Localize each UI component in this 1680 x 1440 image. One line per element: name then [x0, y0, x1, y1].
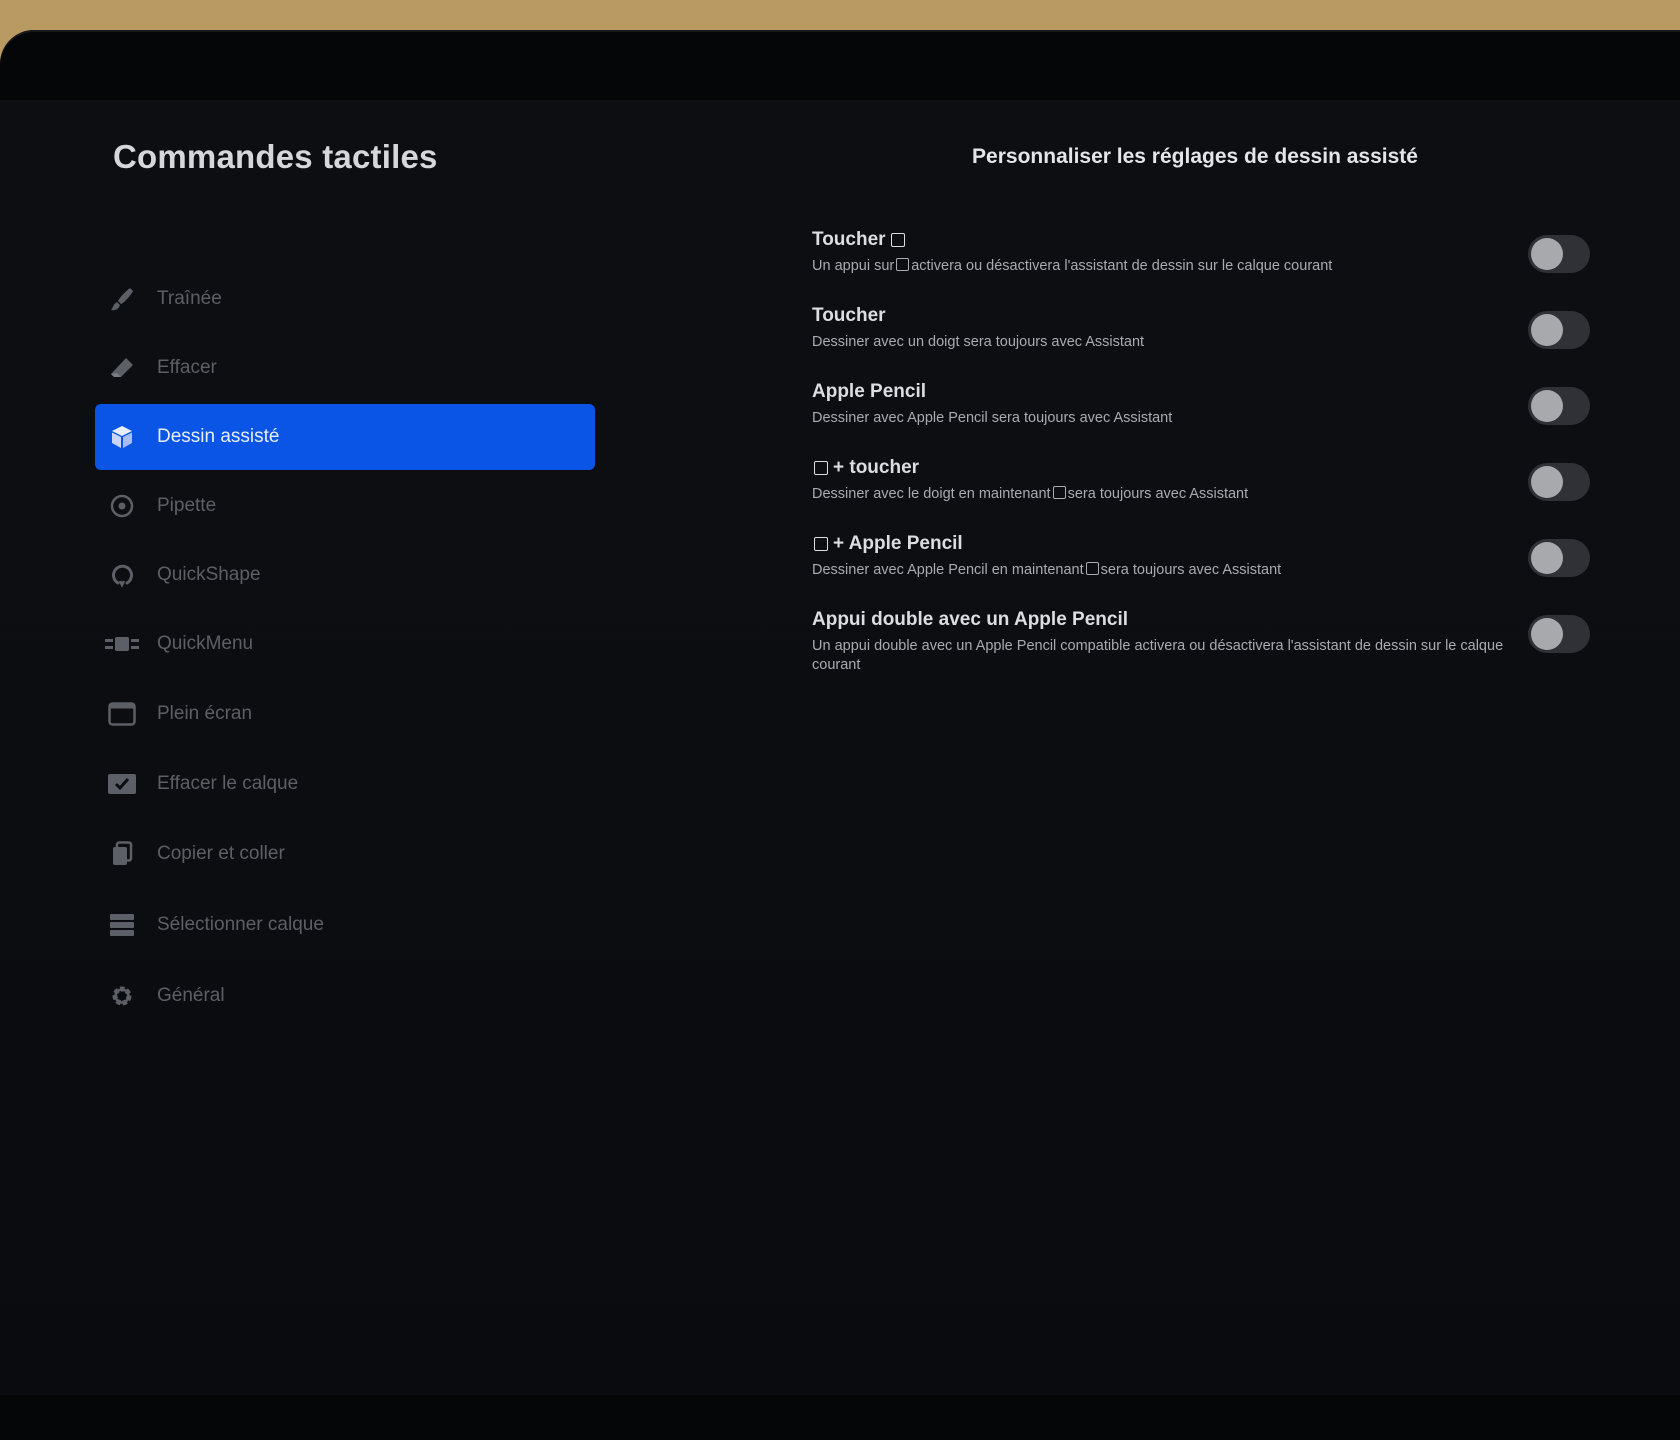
sidebar-item-label: Général — [157, 985, 225, 1006]
sidebar-title: Commandes tactiles — [113, 138, 438, 175]
sidebar-item-label: Dessin assisté — [157, 426, 280, 447]
sidebar-item-label: Effacer le calque — [157, 773, 299, 794]
setting-row: Toucher Un appui sur activera ou désactiv… — [800, 225, 1600, 297]
gear-icon — [105, 979, 139, 1013]
sidebar-item-effacer[interactable]: Effacer — [95, 335, 595, 401]
setting-title: Toucher — [812, 305, 886, 326]
sidebar-item-label: Plein écran — [157, 703, 253, 724]
sidebar-item-label: Sélectionner calque — [157, 914, 324, 935]
toggle-switch[interactable] — [1528, 463, 1590, 501]
setting-row: Toucher Dessiner avec un doigt sera touj… — [800, 301, 1600, 373]
sidebar-item-label: Pipette — [157, 495, 217, 516]
setting-description: Dessiner avec le doigt en maintenant sera… — [812, 486, 1249, 502]
sidebar-item-label: QuickShape — [157, 564, 261, 585]
toggle-knob — [1531, 542, 1563, 574]
cube-icon — [105, 420, 139, 454]
setting-description: Un appui sur activera ou désactivera l'as… — [812, 258, 1333, 274]
setting-description: Dessiner avec Apple Pencil en maintenant… — [812, 562, 1282, 578]
sidebar-item-effacer-calque[interactable]: Effacer le calque — [95, 751, 595, 817]
toggle-knob — [1531, 238, 1563, 270]
modifier-key-icon — [1085, 562, 1099, 575]
screen: Commandes tactiles Traînée Effacer Dessi… — [0, 100, 1680, 1395]
setting-title: + toucher — [812, 457, 919, 479]
eraser-icon — [105, 351, 139, 385]
modifier-key-icon — [890, 233, 905, 247]
setting-title: Appui double avec un Apple Pencil — [812, 609, 1129, 630]
copy-icon — [105, 837, 139, 871]
quickshape-icon — [105, 558, 139, 592]
toggle-switch[interactable] — [1528, 235, 1590, 273]
sidebar-item-trainee[interactable]: Traînée — [95, 266, 595, 332]
sidebar-item-label: Effacer — [157, 357, 217, 378]
setting-row: + toucher Dessiner avec le doigt en main… — [800, 453, 1600, 525]
setting-description: Un appui double avec un Apple Pencil com… — [812, 638, 1504, 673]
sidebar-item-label: Traînée — [157, 288, 222, 309]
sidebar-item-plein-ecran[interactable]: Plein écran — [95, 681, 595, 747]
toggle-knob — [1531, 390, 1563, 422]
sidebar-item-pipette[interactable]: Pipette — [95, 473, 595, 539]
toggle-switch[interactable] — [1528, 539, 1590, 577]
sidebar-item-general[interactable]: Général — [95, 963, 595, 1029]
toggle-switch[interactable] — [1528, 615, 1590, 653]
modifier-key-icon — [896, 258, 910, 271]
brush-icon — [105, 282, 139, 316]
setting-title: + Apple Pencil — [812, 533, 963, 555]
toggle-knob — [1531, 466, 1563, 498]
sidebar-item-selectionner-calque[interactable]: Sélectionner calque — [95, 892, 595, 958]
setting-description: Dessiner avec Apple Pencil sera toujours… — [812, 410, 1173, 426]
modifier-key-icon — [814, 461, 828, 475]
quickmenu-icon — [105, 627, 139, 661]
toggle-knob — [1531, 618, 1563, 650]
sidebar-item-quickshape[interactable]: QuickShape — [95, 542, 595, 608]
setting-row: Apple Pencil Dessiner avec Apple Pencil … — [800, 377, 1600, 449]
layers-icon — [105, 908, 139, 942]
tablet-device: Commandes tactiles Traînée Effacer Dessi… — [0, 30, 1680, 1440]
eyedropper-icon — [105, 489, 139, 523]
sidebar-item-dessin-assiste[interactable]: Dessin assisté — [95, 404, 595, 470]
sidebar-item-quickmenu[interactable]: QuickMenu — [95, 611, 595, 677]
setting-row: Appui double avec un Apple Pencil Un app… — [800, 605, 1600, 695]
modifier-key-icon — [814, 537, 828, 551]
checkbox-icon — [105, 767, 139, 801]
fullscreen-icon — [105, 697, 139, 731]
toggle-knob — [1531, 314, 1563, 346]
setting-description: Dessiner avec un doigt sera toujours ave… — [812, 334, 1145, 350]
setting-title: Toucher — [812, 229, 907, 251]
modifier-key-icon — [1052, 486, 1066, 499]
sidebar-item-copier-coller[interactable]: Copier et coller — [95, 821, 595, 887]
toggle-switch[interactable] — [1528, 387, 1590, 425]
sidebar-item-label: QuickMenu — [157, 633, 254, 654]
setting-row: + Apple Pencil Dessiner avec Apple Penci… — [800, 529, 1600, 601]
page-title: Personnaliser les réglages de dessin ass… — [972, 145, 1418, 168]
toggle-switch[interactable] — [1528, 311, 1590, 349]
sidebar-item-label: Copier et coller — [157, 843, 285, 864]
setting-title: Apple Pencil — [812, 381, 927, 402]
